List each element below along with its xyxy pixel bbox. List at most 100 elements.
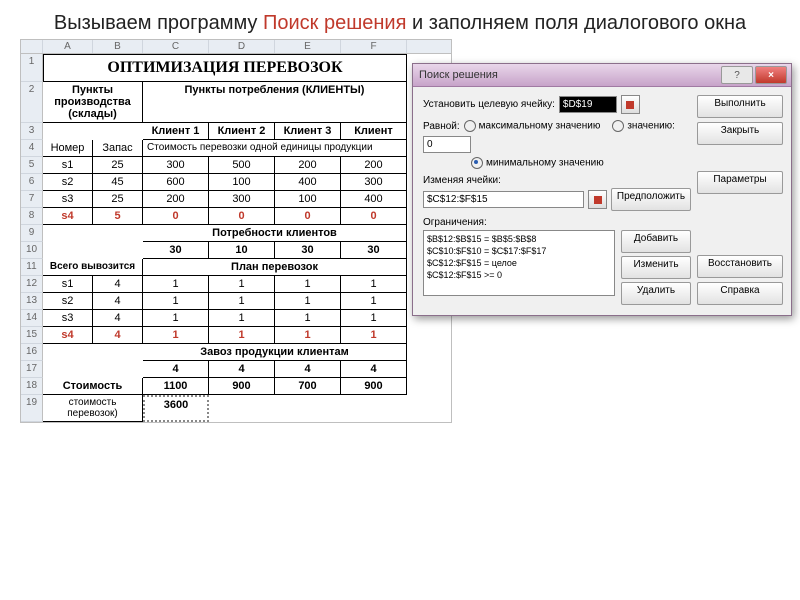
deliver-value[interactable]: 4: [209, 361, 275, 378]
demand-value[interactable]: 30: [143, 242, 209, 259]
sheet-title: ОПТИМИЗАЦИЯ ПЕРЕВОЗОК: [43, 54, 407, 82]
total-cost-cell[interactable]: 3600: [143, 395, 209, 422]
plan-total[interactable]: 4: [93, 310, 143, 327]
stock-value[interactable]: 25: [93, 191, 143, 208]
stock-value[interactable]: 5: [93, 208, 143, 225]
plan-cell[interactable]: 1: [275, 276, 341, 293]
changing-cells-input[interactable]: $C$12:$F$15: [423, 191, 584, 208]
guess-button[interactable]: Предположить: [611, 188, 691, 211]
plan-total[interactable]: 4: [93, 276, 143, 293]
constraint-item[interactable]: $C$12:$F$15 = целое: [427, 257, 611, 269]
row-number: 4: [21, 140, 43, 157]
plan-warehouse-name[interactable]: s4: [43, 327, 93, 344]
demand-value[interactable]: 10: [209, 242, 275, 259]
plan-cell[interactable]: 1: [341, 293, 407, 310]
warehouse-name[interactable]: s2: [43, 174, 93, 191]
deliver-value[interactable]: 4: [275, 361, 341, 378]
radio-value[interactable]: значению:: [612, 120, 675, 132]
unit-cost-cell[interactable]: 200: [341, 157, 407, 174]
unit-cost-cell[interactable]: 0: [341, 208, 407, 225]
plan-warehouse-name[interactable]: s3: [43, 310, 93, 327]
row-number: 9: [21, 225, 43, 242]
unit-cost-cell[interactable]: 0: [209, 208, 275, 225]
params-button[interactable]: Параметры: [697, 171, 783, 194]
value-input[interactable]: 0: [423, 136, 471, 153]
unit-cost-cell[interactable]: 0: [143, 208, 209, 225]
plan-cell[interactable]: 1: [209, 276, 275, 293]
constraint-item[interactable]: $C$10:$F$10 = $C$17:$F$17: [427, 245, 611, 257]
unit-cost-cell[interactable]: 100: [275, 191, 341, 208]
deliver-value[interactable]: 4: [341, 361, 407, 378]
unit-cost-cell[interactable]: 200: [143, 191, 209, 208]
close-icon[interactable]: ×: [755, 66, 787, 84]
plan-cell[interactable]: 1: [275, 293, 341, 310]
column-header[interactable]: B: [93, 40, 143, 53]
unit-cost-cell[interactable]: 400: [341, 191, 407, 208]
close-button[interactable]: Закрыть: [697, 122, 783, 145]
plan-warehouse-name[interactable]: s1: [43, 276, 93, 293]
cost-value[interactable]: 700: [275, 378, 341, 395]
constraint-item[interactable]: $C$12:$F$15 >= 0: [427, 269, 611, 281]
unit-cost-cell[interactable]: 600: [143, 174, 209, 191]
range-picker-icon[interactable]: [621, 95, 640, 114]
help-button[interactable]: Справка: [697, 282, 783, 305]
demand-title: Потребности клиентов: [143, 225, 407, 242]
column-header[interactable]: A: [43, 40, 93, 53]
run-button[interactable]: Выполнить: [697, 95, 783, 118]
unit-cost-cell[interactable]: 200: [275, 157, 341, 174]
cost-value[interactable]: 900: [209, 378, 275, 395]
target-cell-input[interactable]: $D$19: [559, 96, 617, 113]
range-picker-icon[interactable]: [588, 190, 607, 209]
plan-cell[interactable]: 1: [143, 276, 209, 293]
deliver-value[interactable]: 4: [143, 361, 209, 378]
plan-warehouse-name[interactable]: s2: [43, 293, 93, 310]
unit-cost-cell[interactable]: 300: [209, 191, 275, 208]
cost-value[interactable]: 1100: [143, 378, 209, 395]
dialog-titlebar[interactable]: Поиск решения ? ×: [413, 64, 791, 87]
solver-dialog[interactable]: Поиск решения ? × Установить целевую яче…: [412, 63, 792, 316]
unit-cost-cell[interactable]: 400: [275, 174, 341, 191]
constraint-item[interactable]: $B$12:$B$15 = $B$5:$B$8: [427, 233, 611, 245]
unit-cost-cell[interactable]: 500: [209, 157, 275, 174]
radio-max[interactable]: максимальному значению: [464, 120, 601, 132]
edit-constraint-button[interactable]: Изменить: [621, 256, 691, 279]
column-header[interactable]: F: [341, 40, 407, 53]
demand-value[interactable]: 30: [275, 242, 341, 259]
warehouse-name[interactable]: s3: [43, 191, 93, 208]
radio-min[interactable]: минимальному значению: [471, 157, 604, 169]
plan-cell[interactable]: 1: [275, 327, 341, 344]
plan-cell[interactable]: 1: [209, 327, 275, 344]
plan-total[interactable]: 4: [93, 327, 143, 344]
plan-cell[interactable]: 1: [143, 310, 209, 327]
stock-value[interactable]: 25: [93, 157, 143, 174]
add-constraint-button[interactable]: Добавить: [621, 230, 691, 253]
plan-cell[interactable]: 1: [341, 310, 407, 327]
plan-cell[interactable]: 1: [143, 293, 209, 310]
column-header[interactable]: [21, 40, 43, 53]
stock-value[interactable]: 45: [93, 174, 143, 191]
unit-cost-cell[interactable]: 0: [275, 208, 341, 225]
delete-constraint-button[interactable]: Удалить: [621, 282, 691, 305]
unit-cost-cell[interactable]: 100: [209, 174, 275, 191]
spreadsheet[interactable]: ABCDEF 1ОПТИМИЗАЦИЯ ПЕРЕВОЗОК 2 Пункты п…: [20, 39, 452, 423]
constraints-listbox[interactable]: $B$12:$B$15 = $B$5:$B$8$C$10:$F$10 = $C$…: [423, 230, 615, 296]
column-header[interactable]: E: [275, 40, 341, 53]
column-header[interactable]: D: [209, 40, 275, 53]
demand-value[interactable]: 30: [341, 242, 407, 259]
unit-cost-cell[interactable]: 300: [341, 174, 407, 191]
unit-cost-cell[interactable]: 300: [143, 157, 209, 174]
plan-cell[interactable]: 1: [275, 310, 341, 327]
warehouse-name[interactable]: s1: [43, 157, 93, 174]
column-header[interactable]: C: [143, 40, 209, 53]
reset-button[interactable]: Восстановить: [697, 255, 783, 278]
warehouse-name[interactable]: s4: [43, 208, 93, 225]
plan-cell[interactable]: 1: [209, 293, 275, 310]
plan-cell[interactable]: 1: [341, 276, 407, 293]
help-icon[interactable]: ?: [721, 66, 753, 84]
slide-title-post: и заполняем поля диалогового окна: [406, 12, 746, 34]
plan-cell[interactable]: 1: [143, 327, 209, 344]
plan-cell[interactable]: 1: [341, 327, 407, 344]
plan-total[interactable]: 4: [93, 293, 143, 310]
cost-value[interactable]: 900: [341, 378, 407, 395]
plan-cell[interactable]: 1: [209, 310, 275, 327]
